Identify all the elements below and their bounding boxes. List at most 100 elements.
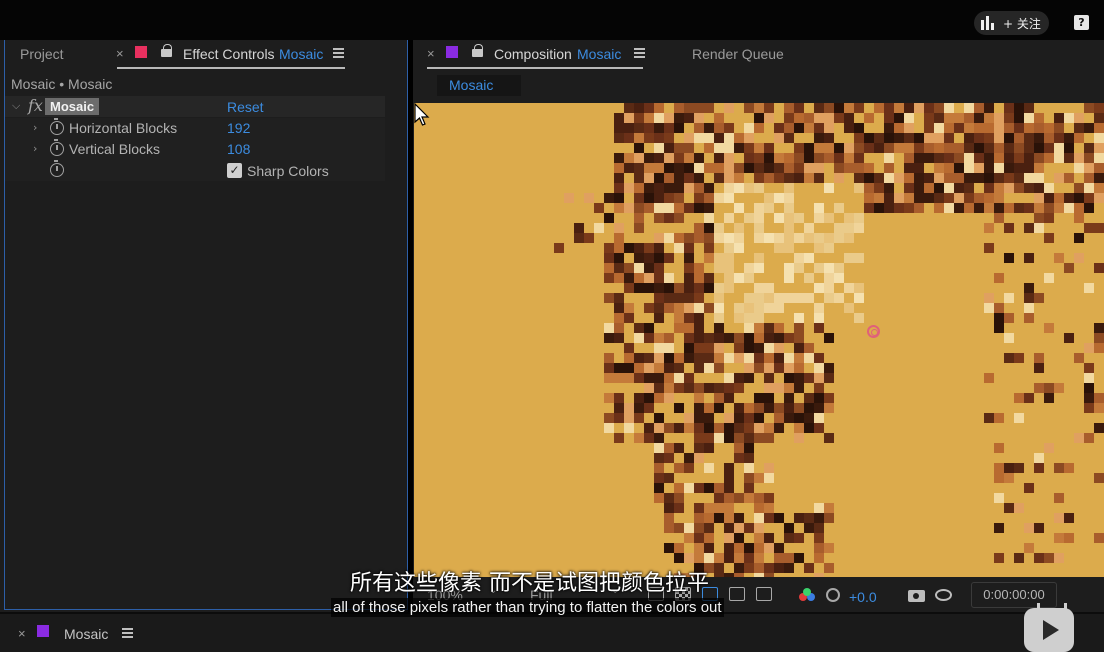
mosaic-block xyxy=(644,183,654,193)
mosaic-block xyxy=(734,313,744,323)
mosaic-block xyxy=(974,153,984,163)
panel-menu-icon[interactable] xyxy=(634,48,645,58)
mosaic-block xyxy=(864,163,874,173)
mosaic-block xyxy=(744,343,754,353)
effect-name[interactable]: Mosaic xyxy=(45,98,100,115)
mosaic-block xyxy=(614,253,624,263)
chevron-right-icon[interactable]: › xyxy=(33,121,37,134)
mosaic-block xyxy=(854,133,864,143)
mosaic-block xyxy=(634,253,644,263)
mosaic-block xyxy=(754,563,764,573)
follow-button[interactable]: + 关注 xyxy=(974,11,1049,35)
region-of-interest-icon[interactable] xyxy=(729,587,745,601)
snapshot-camera-icon[interactable] xyxy=(908,590,925,602)
mosaic-block xyxy=(704,433,714,443)
composition-viewer-tab[interactable]: Mosaic xyxy=(437,75,521,96)
close-tab-icon[interactable]: × xyxy=(116,46,124,61)
panel-menu-icon[interactable] xyxy=(122,628,133,638)
mosaic-block xyxy=(664,153,674,163)
horizontal-blocks-value[interactable]: 192 xyxy=(227,120,250,136)
close-tab-icon[interactable]: × xyxy=(18,626,26,641)
chevron-right-icon[interactable]: › xyxy=(33,142,37,155)
timeline-tab[interactable]: Mosaic xyxy=(64,626,108,642)
mosaic-block xyxy=(684,303,694,313)
stopwatch-icon[interactable] xyxy=(50,139,64,156)
mosaic-block xyxy=(884,153,894,163)
mosaic-block xyxy=(794,423,804,433)
fx-icon[interactable]: fx xyxy=(28,96,43,115)
mosaic-block xyxy=(604,393,614,403)
chevron-down-icon[interactable]: ⌵ xyxy=(12,99,20,113)
mosaic-block xyxy=(774,563,784,573)
mosaic-block xyxy=(644,323,654,333)
stopwatch-icon[interactable] xyxy=(50,118,64,135)
mosaic-block xyxy=(904,193,914,203)
lock-icon[interactable] xyxy=(161,44,172,57)
help-icon[interactable]: ? xyxy=(1074,15,1089,30)
lock-icon[interactable] xyxy=(472,44,483,57)
mosaic-block xyxy=(1074,233,1084,243)
mosaic-block xyxy=(664,513,674,523)
mosaic-block xyxy=(724,253,734,263)
mosaic-block xyxy=(684,453,694,463)
exposure-value[interactable]: +0.0 xyxy=(849,589,877,605)
mosaic-block xyxy=(624,163,634,173)
tab-effect-controls[interactable]: Effect Controls xyxy=(183,46,275,62)
mosaic-block xyxy=(704,403,714,413)
mosaic-block xyxy=(754,533,764,543)
show-snapshot-icon[interactable] xyxy=(935,589,952,601)
anchor-point-icon[interactable] xyxy=(867,325,880,338)
reset-button[interactable]: Reset xyxy=(227,99,264,115)
mosaic-block xyxy=(1044,443,1054,453)
mosaic-block xyxy=(714,173,724,183)
channel-icon[interactable] xyxy=(799,588,815,604)
grid-guides-icon[interactable] xyxy=(756,587,772,601)
tab-project[interactable]: Project xyxy=(20,46,64,62)
tab-render-queue[interactable]: Render Queue xyxy=(692,46,784,62)
mosaic-block xyxy=(944,113,954,123)
mosaic-block xyxy=(1014,463,1024,473)
mosaic-block xyxy=(764,333,774,343)
reset-exposure-icon[interactable] xyxy=(826,588,840,602)
vertical-blocks-value[interactable]: 108 xyxy=(227,141,250,157)
stopwatch-icon[interactable] xyxy=(50,160,64,177)
tab-composition[interactable]: Composition xyxy=(494,46,572,62)
mosaic-block xyxy=(714,343,724,353)
mosaic-block xyxy=(644,123,654,133)
mosaic-block xyxy=(814,513,824,523)
effect-controls-panel: Project × Effect Controls Mosaic Mosaic … xyxy=(0,40,408,612)
mosaic-block xyxy=(1014,503,1024,513)
mosaic-block xyxy=(734,353,744,363)
panel-menu-icon[interactable] xyxy=(333,48,344,58)
mosaic-block xyxy=(634,203,644,213)
follow-label: + 关注 xyxy=(1003,16,1041,31)
mosaic-block xyxy=(984,183,994,193)
composition-panel: × Composition Mosaic Render Queue Mosaic… xyxy=(413,40,1104,612)
mosaic-block xyxy=(784,193,794,203)
effect-header-row[interactable]: ⌵ fx Mosaic Reset xyxy=(5,96,385,117)
close-tab-icon[interactable]: × xyxy=(427,46,435,61)
mosaic-block xyxy=(634,393,644,403)
mosaic-block xyxy=(704,123,714,133)
mosaic-block xyxy=(1024,123,1034,133)
mosaic-block xyxy=(674,283,684,293)
mosaic-block xyxy=(764,283,774,293)
mosaic-block xyxy=(824,373,834,383)
mosaic-block xyxy=(644,423,654,433)
mosaic-block xyxy=(1094,423,1104,433)
composition-viewer[interactable] xyxy=(414,103,1104,577)
mosaic-block xyxy=(804,403,814,413)
mosaic-block xyxy=(834,223,844,233)
mosaic-block xyxy=(854,173,864,183)
mosaic-block xyxy=(854,213,864,223)
mosaic-block xyxy=(1094,123,1104,133)
mosaic-block xyxy=(1034,353,1044,363)
mosaic-block xyxy=(764,143,774,153)
mosaic-block xyxy=(824,543,834,553)
mosaic-block xyxy=(984,223,994,233)
mosaic-block xyxy=(1014,113,1024,123)
mosaic-block xyxy=(724,483,734,493)
sharp-colors-checkbox[interactable]: ✓ xyxy=(227,163,242,178)
mosaic-block xyxy=(844,163,854,173)
mosaic-block xyxy=(774,213,784,223)
